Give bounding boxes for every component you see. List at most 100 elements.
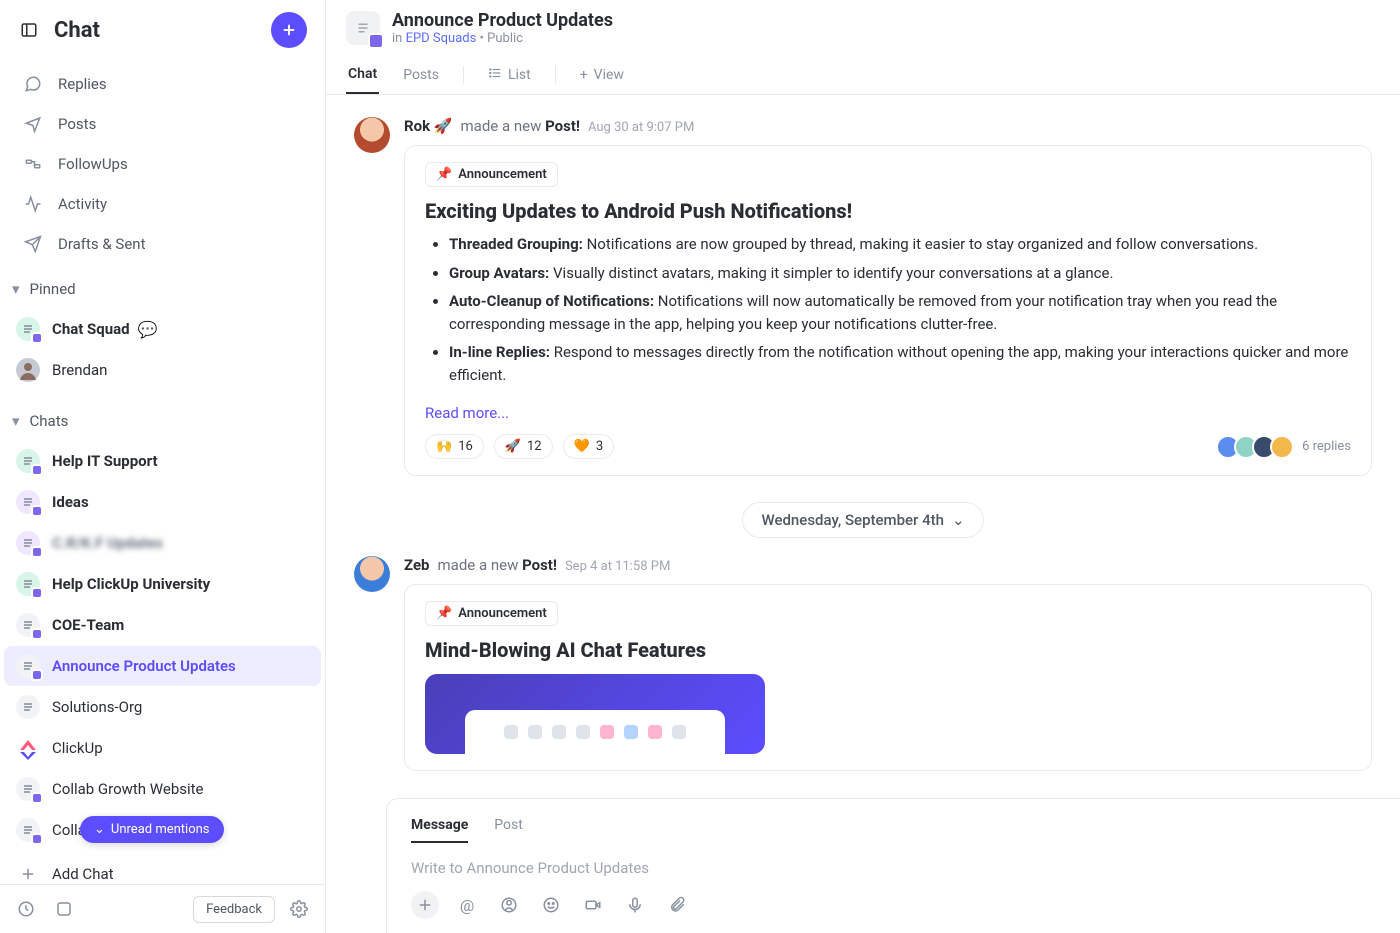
reply-avatars [1222,435,1294,459]
nav-label: FollowUps [58,155,128,173]
chat-label: C.R/K.F Updates [52,534,163,552]
gear-icon[interactable] [285,895,313,923]
badge [31,464,43,476]
nav-activity[interactable]: Activity [10,184,315,224]
tab-list[interactable]: List [486,56,533,94]
chat-avatar [16,572,40,596]
reaction[interactable]: 🚀12 [494,434,553,459]
embed-preview [425,674,765,754]
chat-avatar [16,777,40,801]
add-chat-label: Add Chat [52,865,114,883]
chat-label: COE-Team [52,616,124,634]
chat-avatar [16,613,40,637]
chat-item-solutions[interactable]: Solutions-Org [4,687,321,727]
chat-item-brendan[interactable]: Brendan [4,350,321,390]
nav-section: Replies Posts FollowUps Activity Drafts … [0,58,325,270]
divider [555,66,556,84]
sidebar-footer: Feedback [0,884,325,933]
clock-icon[interactable] [12,895,40,923]
unread-mentions-pill[interactable]: ⌄ Unread mentions [80,816,224,843]
channel-icon [346,11,380,45]
breadcrumb-link[interactable]: EPD Squads [406,31,477,46]
posts-icon [22,113,44,135]
tab-posts[interactable]: Posts [401,57,441,93]
composer: Message Post Write to Announce Product U… [386,798,1400,933]
chevron-down-icon: ⌄ [952,511,965,529]
add-button[interactable] [271,12,307,48]
announcement-chip: 📌 Announcement [425,601,558,626]
sidebar-title: Chat [54,18,271,43]
nav-label: Activity [58,195,107,213]
paperclip-icon[interactable] [663,891,691,919]
composer-input[interactable]: Write to Announce Product Updates [411,843,1376,883]
post-action: made a new Post! [438,556,557,574]
chat-item-ideas[interactable]: Ideas [4,482,321,522]
nav-replies[interactable]: Replies [10,64,315,104]
reply-info[interactable]: 6 replies [1222,435,1351,459]
chat-avatar [16,317,40,341]
tab-chat[interactable]: Chat [346,56,379,94]
pinned-header[interactable]: ▾ Pinned [0,270,325,308]
nav-drafts[interactable]: Drafts & Sent [10,224,315,264]
help-icon[interactable] [50,895,78,923]
chat-avatar [16,695,40,719]
ai-icon[interactable] [495,891,523,919]
chat-item-chat-squad[interactable]: Chat Squad 💬 [4,309,321,349]
channel-subtitle: in EPD Squads • Public [392,31,613,46]
section-label: Chats [30,412,69,430]
nav-followups[interactable]: FollowUps [10,144,315,184]
reply-count: 6 replies [1302,439,1351,454]
mic-icon[interactable] [621,891,649,919]
read-more-link[interactable]: Read more... [425,404,509,422]
channel-badge [368,33,384,49]
video-icon[interactable] [579,891,607,919]
emoji-icon[interactable] [537,891,565,919]
chat-label: Brendan [52,361,107,379]
tab-view[interactable]: + View [578,57,626,93]
chat-item-blurred[interactable]: C.R/K.F Updates [4,523,321,563]
badge [31,546,43,558]
badge [31,332,43,344]
chat-item-apu[interactable]: Announce Product Updates [4,646,321,686]
chat-item-coe[interactable]: COE-Team [4,605,321,645]
chats-header[interactable]: ▾ Chats [0,402,325,440]
chat-label: Announce Product Updates [52,657,236,675]
post-title: Mind-Blowing AI Chat Features [425,638,1351,662]
nav-posts[interactable]: Posts [10,104,315,144]
date-pill[interactable]: Wednesday, September 4th ⌄ [742,502,983,538]
chat-item-help-it[interactable]: Help IT Support [4,441,321,481]
post-author[interactable]: Rok 🚀 [404,117,453,135]
unread-label: Unread mentions [111,822,210,837]
pin-icon: 📌 [436,606,452,621]
reaction[interactable]: 🧡3 [563,434,615,459]
chat-avatar [16,818,40,842]
sidebar-header: Chat [0,0,325,58]
chat-item-collab-growth[interactable]: Collab Growth Website [4,769,321,809]
reactions-bar: 🙌16 🚀12 🧡3 6 replies [425,434,1351,459]
drafts-icon [22,233,44,255]
post-author[interactable]: Zeb [404,556,430,574]
post-title: Exciting Updates to Android Push Notific… [425,199,1351,223]
chat-avatar [16,358,40,382]
badge [31,505,43,517]
chat-item-clickup[interactable]: ClickUp [4,728,321,768]
section-label: Pinned [30,280,76,298]
chevron-down-icon: ⌄ [94,822,105,837]
divider [463,66,464,84]
composer-tab-post[interactable]: Post [494,809,523,843]
attach-plus-icon[interactable] [411,891,439,919]
post-card[interactable]: 📌 Announcement Exciting Updates to Andro… [404,145,1372,476]
avatar[interactable] [354,117,390,153]
post-card[interactable]: 📌 Announcement Mind-Blowing AI Chat Feat… [404,584,1372,771]
reaction[interactable]: 🙌16 [425,434,484,459]
composer-tab-message[interactable]: Message [411,809,468,843]
panel-toggle-icon[interactable] [18,19,40,41]
mention-icon[interactable]: @ [453,891,481,919]
feedback-button[interactable]: Feedback [193,896,275,923]
chat-item-help-cu[interactable]: Help ClickUp University [4,564,321,604]
date-divider: Wednesday, September 4th ⌄ [354,502,1372,538]
chat-avatar [16,736,40,760]
post-bullets: Threaded Grouping: Notifications are now… [449,233,1351,386]
avatar[interactable] [354,556,390,592]
add-chat-item[interactable]: Add Chat [4,854,321,884]
